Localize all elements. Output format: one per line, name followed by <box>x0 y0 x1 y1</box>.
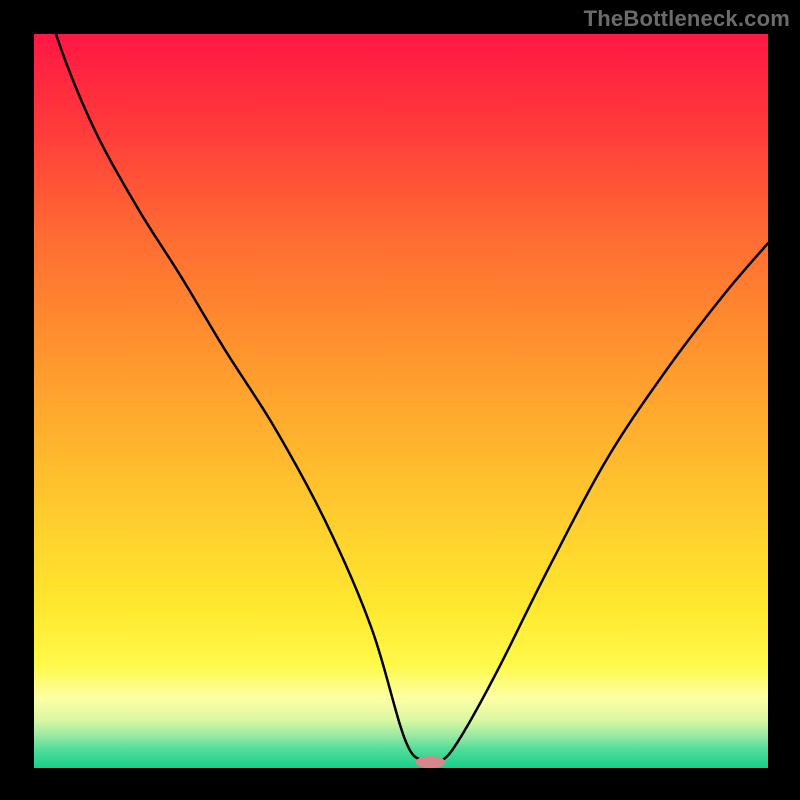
optimal-point-marker <box>415 756 445 768</box>
chart-container: TheBottleneck.com <box>0 0 800 800</box>
bottleneck-chart <box>0 0 800 800</box>
chart-plot-bg <box>34 34 768 768</box>
watermark-text: TheBottleneck.com <box>584 6 790 32</box>
